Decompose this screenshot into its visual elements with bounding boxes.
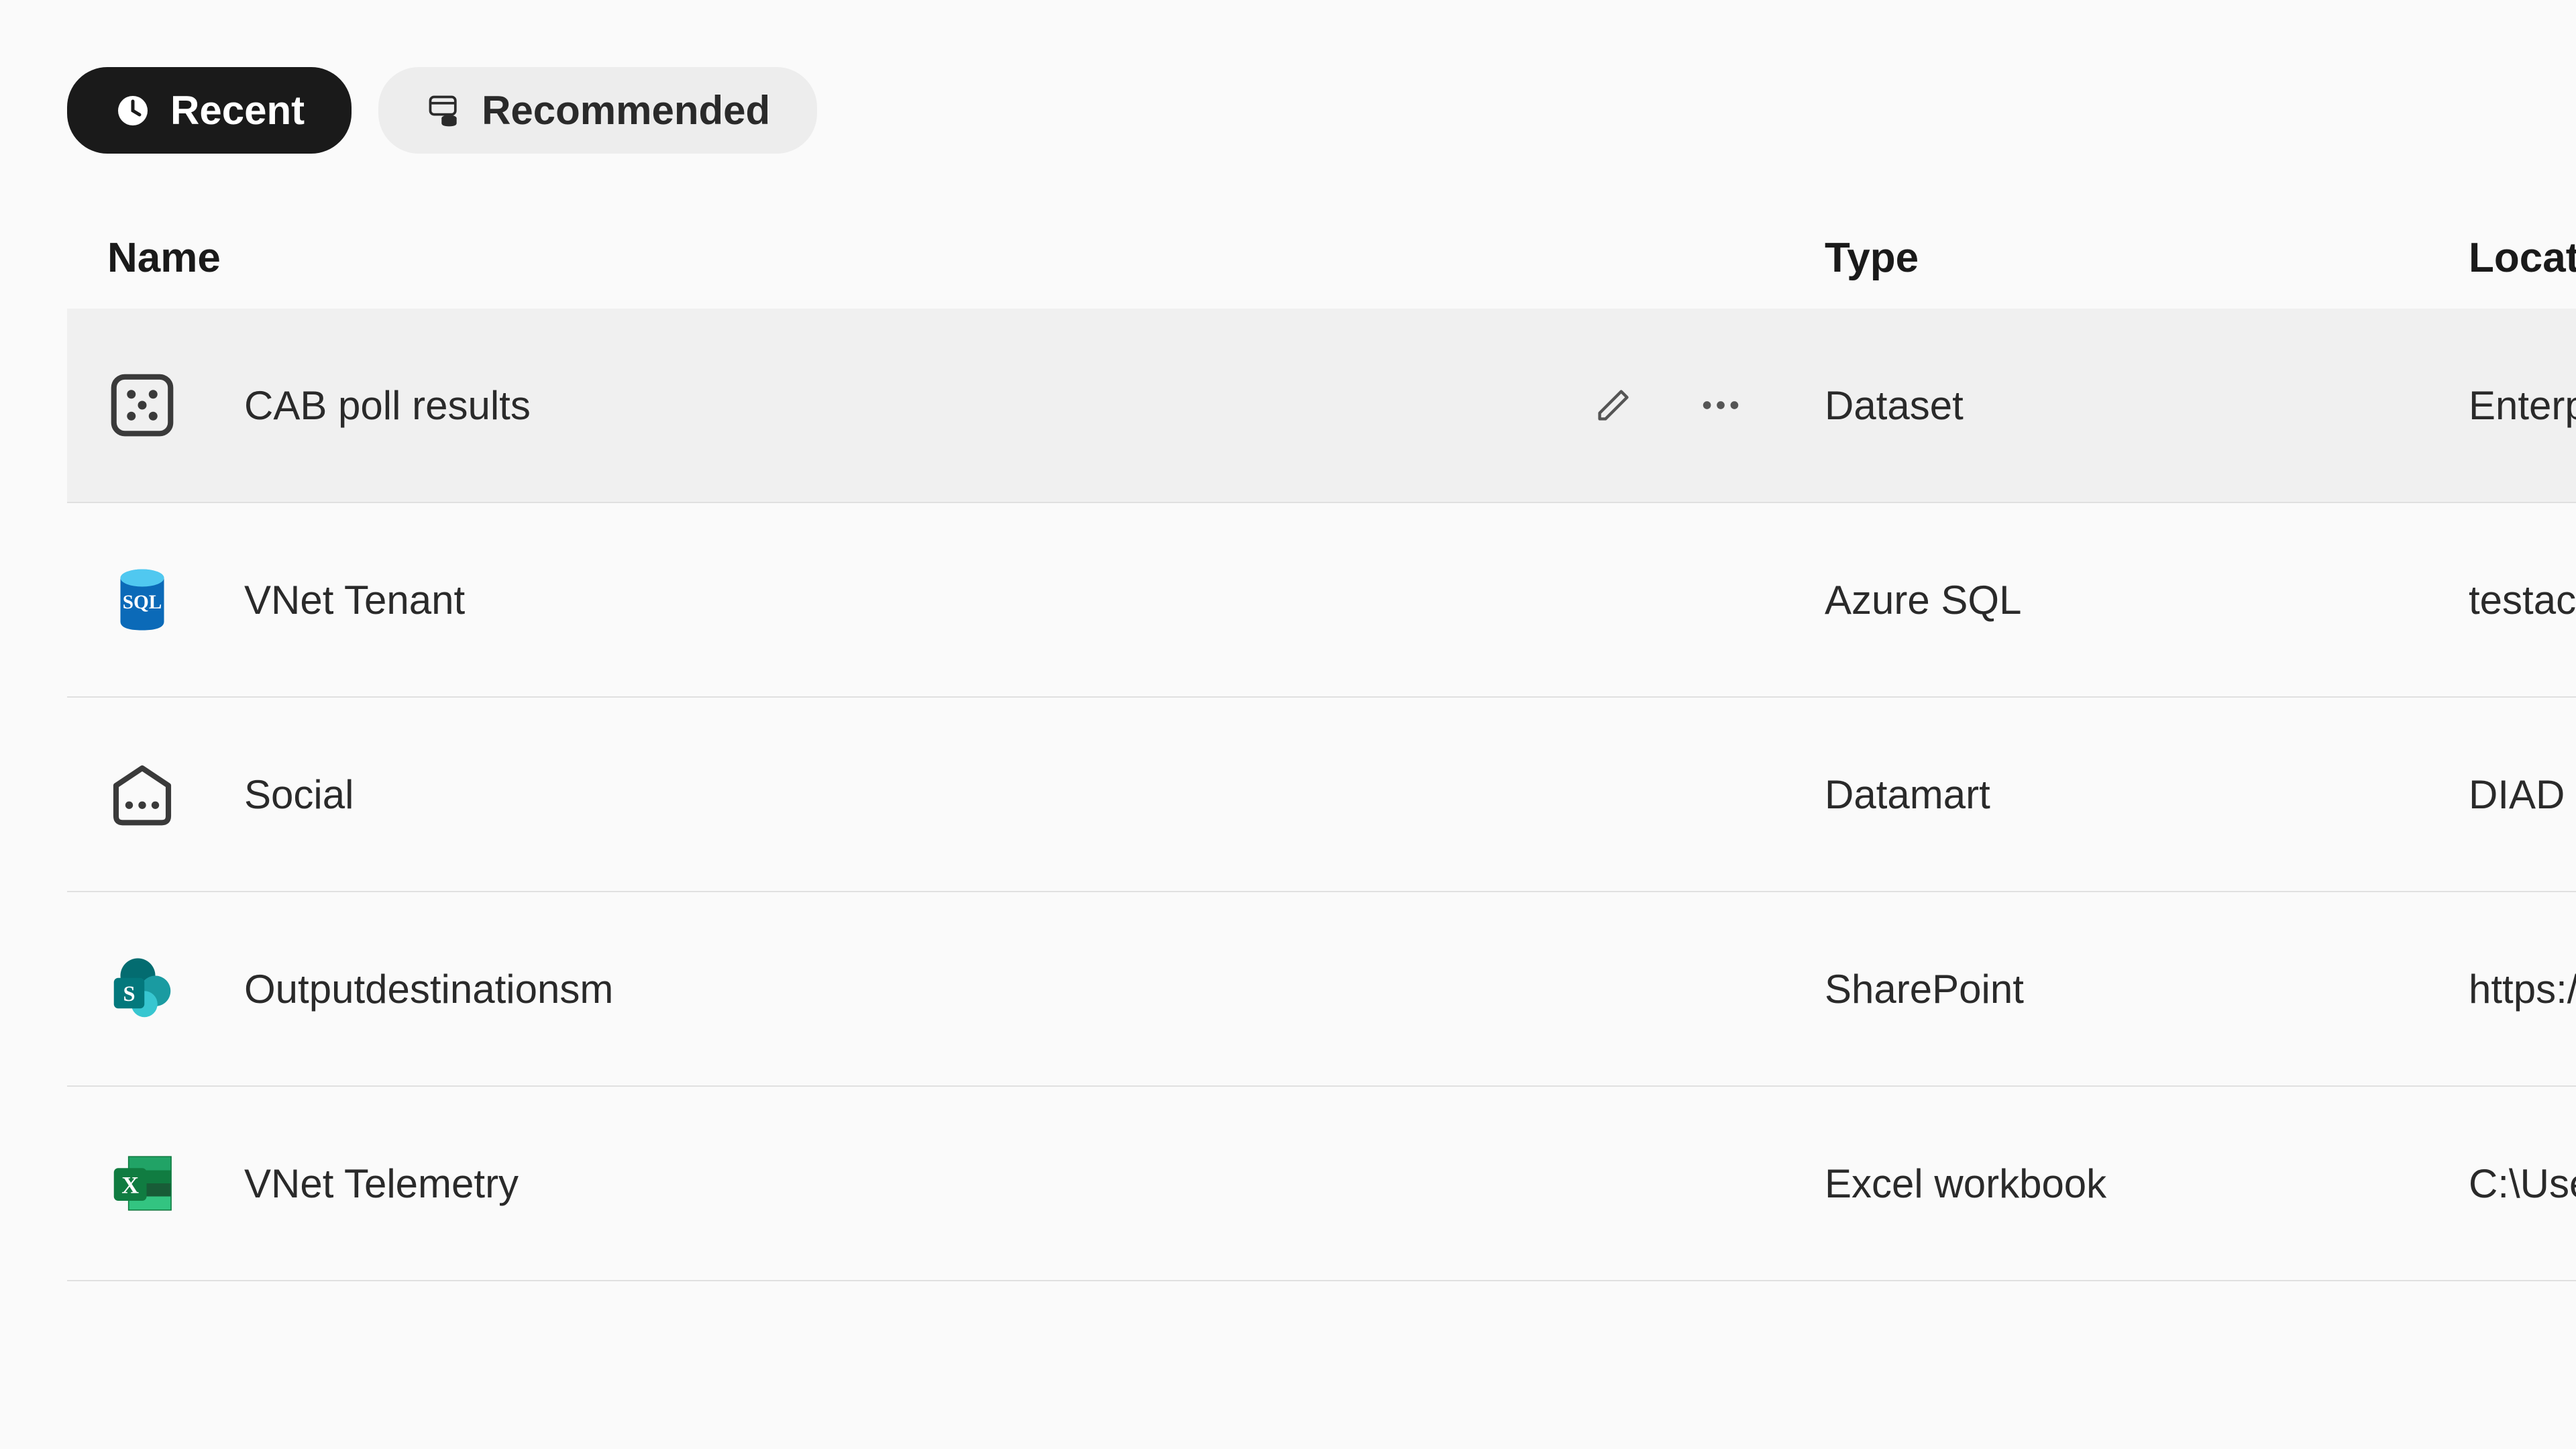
excel-icon: X [107,1148,177,1218]
table-header: Name Type Location [67,234,2576,309]
column-header-location[interactable]: Location [2469,234,2576,282]
item-type: Excel workbook [1825,1161,2469,1207]
more-icon[interactable] [1697,382,1744,429]
item-name: VNet Tenant [244,577,1825,623]
datamart-icon [107,759,177,829]
svg-text:SQL: SQL [123,592,162,613]
item-location: https:// [2469,966,2576,1012]
tab-recommended-label: Recommended [482,87,770,133]
item-type: Dataset [1825,382,2469,429]
database-icon [425,92,463,129]
column-header-name[interactable]: Name [107,234,1825,282]
table-row[interactable]: Social Datamart DIAD [67,698,2576,892]
dataset-icon [107,370,177,440]
tab-recommended[interactable]: Recommended [378,67,817,154]
tab-recent[interactable]: Recent [67,67,352,154]
item-location: DIAD [2469,771,2576,818]
item-type: SharePoint [1825,966,2469,1012]
table-body: CAB poll results Dataset Enterprise [67,309,2576,1281]
edit-icon[interactable] [1590,382,1637,429]
column-header-type[interactable]: Type [1825,234,2469,282]
table-row[interactable]: SQL VNet Tenant Azure SQL testaccount [67,503,2576,698]
item-name: Outputdestinationsm [244,966,1825,1012]
svg-text:S: S [123,982,135,1006]
table-row[interactable]: S Outputdestinationsm SharePoint https:/… [67,892,2576,1087]
item-location: testaccount [2469,577,2576,623]
item-location: C:\Users [2469,1161,2576,1207]
item-name: VNet Telemetry [244,1161,1825,1207]
sharepoint-icon: S [107,954,177,1024]
sql-icon: SQL [107,565,177,635]
table-row[interactable]: X VNet Telemetry Excel workbook C:\Users [67,1087,2576,1281]
svg-text:X: X [121,1172,139,1199]
tabs-bar: Recent Recommended [67,67,2576,154]
clock-icon [114,92,152,129]
item-location: Enterprise [2469,382,2576,429]
item-type: Azure SQL [1825,577,2469,623]
tab-recent-label: Recent [170,87,305,133]
item-name: CAB poll results [244,382,1523,429]
item-name: Social [244,771,1825,818]
item-type: Datamart [1825,771,2469,818]
table-row[interactable]: CAB poll results Dataset Enterprise [67,309,2576,503]
